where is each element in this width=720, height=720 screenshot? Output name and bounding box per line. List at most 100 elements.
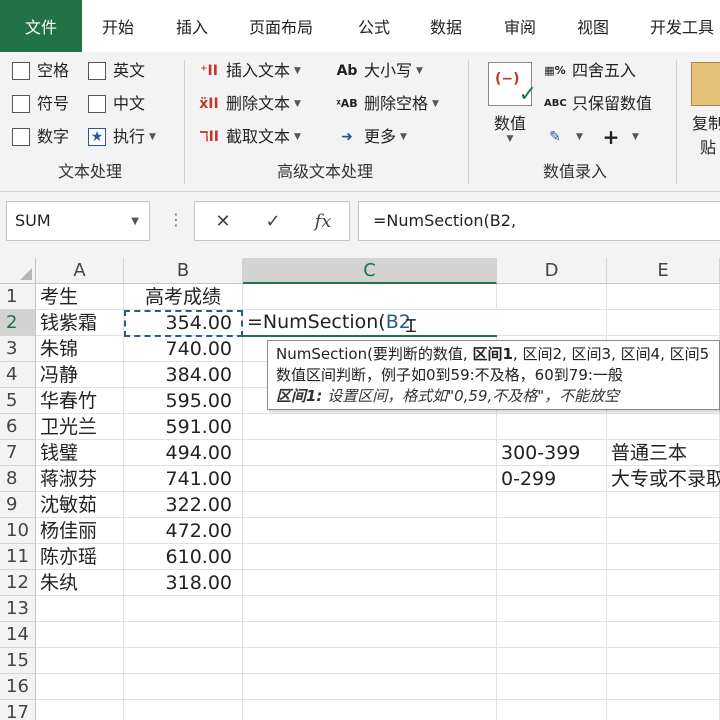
insert-function-icon[interactable]: fx	[303, 208, 343, 236]
row-header[interactable]: 4	[0, 362, 36, 388]
grid-cell[interactable]	[607, 518, 720, 544]
chinese-checkbox[interactable]: 中文	[88, 91, 145, 117]
row-header[interactable]: 6	[0, 414, 36, 440]
row-header[interactable]: 14	[0, 622, 36, 648]
tab-view[interactable]: 视图	[577, 0, 609, 52]
delete-space-button[interactable]: ᵡAB 删除空格 ▼	[336, 91, 439, 117]
grid-cell[interactable]	[497, 310, 607, 336]
tab-developer[interactable]: 开发工具	[650, 0, 714, 52]
grid-cell[interactable]	[243, 570, 497, 596]
cell-c2-editor[interactable]: =NumSection(B2	[243, 310, 497, 337]
grid-cell[interactable]	[497, 648, 607, 674]
grid-cell[interactable]: 322.00	[124, 492, 243, 518]
grid-cell[interactable]	[607, 622, 720, 648]
grid-cell[interactable]: 595.00	[124, 388, 243, 414]
grid-cell[interactable]	[497, 570, 607, 596]
grid-cell[interactable]: 钱紫霜	[36, 310, 124, 336]
column-header-a[interactable]: A	[36, 258, 124, 284]
grid-cell[interactable]: 朱纨	[36, 570, 124, 596]
row-header[interactable]: 1	[0, 284, 36, 310]
grid-cell[interactable]: 354.00	[124, 310, 243, 336]
keep-numbers-button[interactable]: ABC 只保留数值	[544, 91, 652, 117]
row-header[interactable]: 10	[0, 518, 36, 544]
row-header[interactable]: 12	[0, 570, 36, 596]
grid-cell[interactable]: 318.00	[124, 570, 243, 596]
english-checkbox[interactable]: 英文	[88, 58, 145, 84]
row-header[interactable]: 13	[0, 596, 36, 622]
grid-cell[interactable]: 华春竹	[36, 388, 124, 414]
grid-cell[interactable]	[497, 492, 607, 518]
grid-cell[interactable]	[607, 414, 720, 440]
name-box[interactable]: SUM ▼	[6, 201, 150, 241]
grid-cell[interactable]	[607, 570, 720, 596]
symbol-checkbox[interactable]: 符号	[12, 91, 69, 117]
grid-cell[interactable]: 蒋淑芬	[36, 466, 124, 492]
insert-text-button[interactable]: ⁺II 插入文本 ▼	[198, 58, 301, 84]
confirm-icon[interactable]: ✓	[253, 208, 293, 236]
grid-cell[interactable]	[124, 648, 243, 674]
grid-cell[interactable]	[497, 518, 607, 544]
row-header[interactable]: 8	[0, 466, 36, 492]
cancel-icon[interactable]: ✕	[203, 208, 243, 236]
add-button[interactable]: + ▼	[600, 124, 639, 150]
grid-cell[interactable]: 高考成绩	[124, 284, 243, 310]
delete-text-button[interactable]: ẍII 删除文本 ▼	[198, 91, 301, 117]
grid-cell[interactable]	[36, 622, 124, 648]
grid-cell[interactable]: 0-299	[497, 466, 607, 492]
grid-cell[interactable]	[124, 700, 243, 720]
grid-cell[interactable]: 大专或不录取	[607, 466, 720, 492]
grid-cell[interactable]: 陈亦瑶	[36, 544, 124, 570]
grid-cell[interactable]: 384.00	[124, 362, 243, 388]
grid-cell[interactable]	[36, 700, 124, 720]
grid-cell[interactable]	[243, 492, 497, 518]
row-header[interactable]: 9	[0, 492, 36, 518]
column-header-e[interactable]: E	[607, 258, 720, 284]
grid-cell[interactable]	[243, 284, 497, 310]
value-button[interactable]: (−) ✓ 数值 ▼	[480, 62, 540, 144]
grid-cell[interactable]	[497, 622, 607, 648]
round-button[interactable]: ▦% 四舍五入	[544, 58, 636, 84]
grid-cell[interactable]: 610.00	[124, 544, 243, 570]
row-header[interactable]: 3	[0, 336, 36, 362]
grid-cell[interactable]	[243, 674, 497, 700]
row-header[interactable]: 11	[0, 544, 36, 570]
grid-cell[interactable]: 钱璧	[36, 440, 124, 466]
grid-cell[interactable]	[607, 648, 720, 674]
row-header[interactable]: 16	[0, 674, 36, 700]
grid-cell[interactable]	[607, 596, 720, 622]
tab-file[interactable]: 文件	[0, 0, 82, 52]
grid-cell[interactable]: 494.00	[124, 440, 243, 466]
grid-cell[interactable]	[607, 284, 720, 310]
space-checkbox[interactable]: 空格	[12, 58, 69, 84]
number-checkbox[interactable]: 数字	[12, 124, 69, 150]
extract-text-button[interactable]: ℸII 截取文本 ▼	[198, 124, 301, 150]
chevron-down-icon[interactable]: ▼	[131, 203, 139, 241]
tab-page-layout[interactable]: 页面布局	[249, 0, 313, 52]
select-all-button[interactable]	[0, 258, 36, 284]
tab-review[interactable]: 审阅	[504, 0, 536, 52]
grid-cell[interactable]	[607, 674, 720, 700]
grid-cell[interactable]	[243, 596, 497, 622]
grid-cell[interactable]	[124, 674, 243, 700]
grid-cell[interactable]: 沈敏茹	[36, 492, 124, 518]
column-header-b[interactable]: B	[124, 258, 243, 284]
grid-cell[interactable]: 卫光兰	[36, 414, 124, 440]
grid-cell[interactable]	[243, 440, 497, 466]
grid-cell[interactable]	[243, 622, 497, 648]
grid-cell[interactable]: 741.00	[124, 466, 243, 492]
grid-cell[interactable]	[36, 648, 124, 674]
case-button[interactable]: Ab 大小写 ▼	[336, 58, 423, 84]
grid-cell[interactable]	[497, 544, 607, 570]
tab-home[interactable]: 开始	[102, 0, 134, 52]
grid-cell[interactable]	[124, 622, 243, 648]
grid-cell[interactable]	[497, 674, 607, 700]
grid-cell[interactable]: 朱锦	[36, 336, 124, 362]
grid-cell[interactable]: 考生	[36, 284, 124, 310]
grid-cell[interactable]	[243, 700, 497, 720]
grid-cell[interactable]	[497, 284, 607, 310]
grid-cell[interactable]	[36, 596, 124, 622]
execute-button[interactable]: ★ 执行 ▼	[88, 124, 156, 150]
tab-formulas[interactable]: 公式	[358, 0, 390, 52]
row-header[interactable]: 15	[0, 648, 36, 674]
grid-cell[interactable]	[243, 544, 497, 570]
